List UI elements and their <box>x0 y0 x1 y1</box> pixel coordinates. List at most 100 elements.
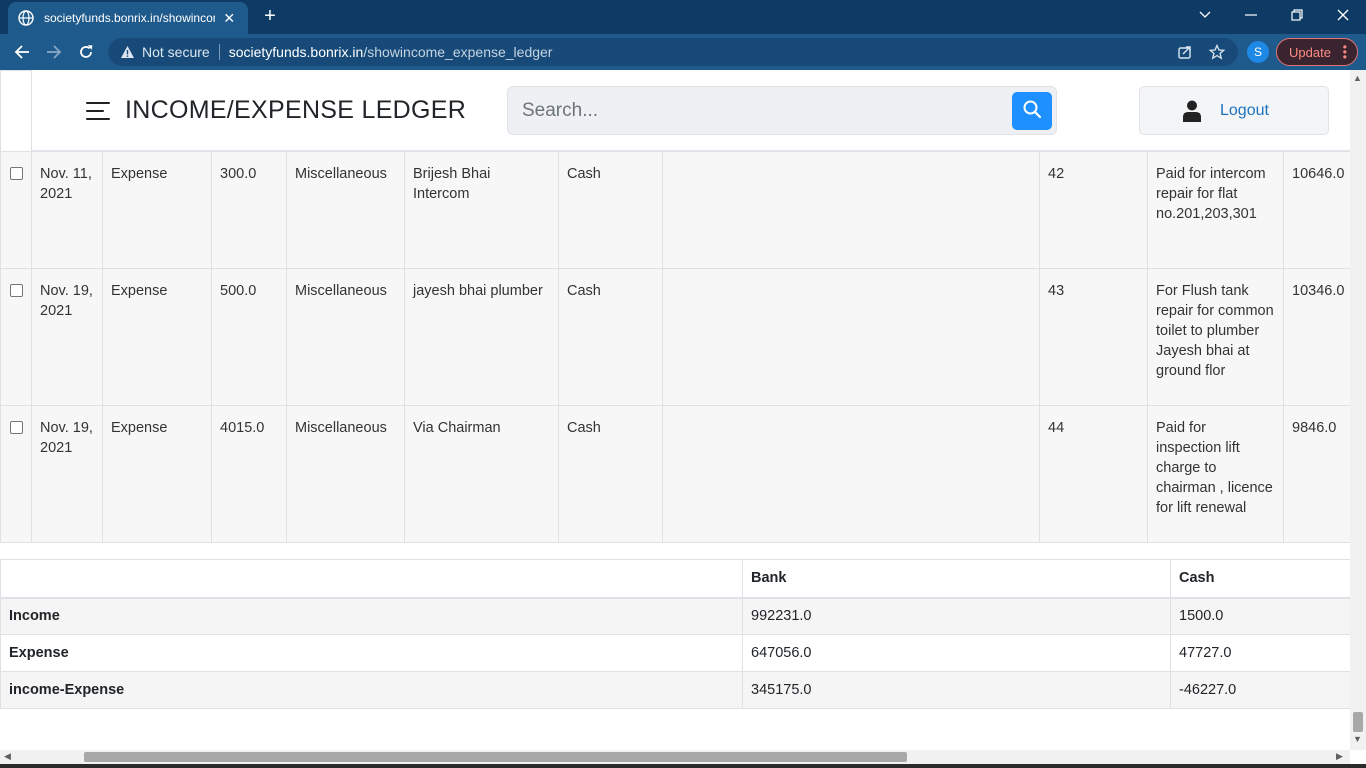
cell-balance: 10646.0 <box>1283 151 1350 269</box>
summary-cash-value: 47727.0 <box>1170 634 1350 672</box>
close-window-button[interactable] <box>1320 0 1366 30</box>
cell-category: Miscellaneous <box>286 268 405 406</box>
taskbar-edge <box>0 764 1366 768</box>
cell-amount: 4015.0 <box>211 405 287 543</box>
app-header: INCOME/EXPENSE LEDGER Logout <box>32 70 1350 151</box>
cell-type: Expense <box>102 405 212 543</box>
globe-icon <box>18 10 34 26</box>
cell-description: Paid for inspection lift charge to chair… <box>1147 405 1284 543</box>
summary-header-empty <box>0 559 743 599</box>
cell-ref <box>662 405 1040 543</box>
arrow-left-icon[interactable] <box>10 40 34 64</box>
table-row: Nov. 11, 2021 Expense 300.0 Miscellaneou… <box>0 151 1350 269</box>
cell-date: Nov. 19, 2021 <box>31 405 103 543</box>
summary-bank-value: 992231.0 <box>742 597 1171 635</box>
cell-type: Expense <box>102 268 212 406</box>
scroll-down-icon[interactable]: ▼ <box>1353 734 1362 744</box>
scroll-left-icon[interactable]: ◀ <box>4 751 11 762</box>
cell-mode: Cash <box>558 151 663 269</box>
browser-tabstrip: societyfunds.bonrix.in/showincome_expens… <box>0 0 1366 34</box>
restore-button[interactable] <box>1274 0 1320 30</box>
search-box <box>507 86 1057 135</box>
summary-row-net: income-Expense 345175.0 -46227.0 <box>0 671 1350 709</box>
tab-title: societyfunds.bonrix.in/showincome_expens… <box>44 11 215 25</box>
cell-mode: Cash <box>558 405 663 543</box>
summary-label: Income <box>0 597 743 635</box>
cell-voucher: 44 <box>1039 405 1148 543</box>
summary-cash-value: 1500.0 <box>1170 597 1350 635</box>
page-title: INCOME/EXPENSE LEDGER <box>125 96 467 124</box>
vertical-scrollbar[interactable]: ▲ ▼ <box>1350 70 1366 750</box>
cell-description: Paid for intercom repair for flat no.201… <box>1147 151 1284 269</box>
arrow-right-icon[interactable] <box>42 40 66 64</box>
profile-avatar[interactable]: S <box>1247 41 1269 63</box>
cell-voucher: 43 <box>1039 268 1148 406</box>
omnibox-divider <box>218 44 220 60</box>
summary-header-row: Bank Cash <box>0 559 1350 599</box>
search-input[interactable] <box>522 100 992 122</box>
scroll-up-icon[interactable]: ▲ <box>1353 73 1362 83</box>
summary-cash-value: -46227.0 <box>1170 671 1350 709</box>
summary-header-cash: Cash <box>1170 559 1350 599</box>
cell-party: jayesh bhai plumber <box>404 268 559 406</box>
row-checkbox[interactable] <box>10 284 23 297</box>
cell-category: Miscellaneous <box>286 405 405 543</box>
url-host: societyfunds.bonrix.in <box>228 44 364 60</box>
update-button[interactable]: Update • • • <box>1276 38 1358 66</box>
security-label[interactable]: Not secure <box>142 44 210 60</box>
summary-label: Expense <box>0 634 743 672</box>
table-row: Nov. 19, 2021 Expense 500.0 Miscellaneou… <box>0 268 1350 406</box>
row-select-cell <box>0 151 32 269</box>
horizontal-scroll-thumb[interactable] <box>84 752 907 762</box>
url-path: /showincome_expense_ledger <box>363 44 553 60</box>
summary-bank-value: 345175.0 <box>742 671 1171 709</box>
cell-date: Nov. 19, 2021 <box>31 268 103 406</box>
browser-toolbar: Not secure societyfunds.bonrix.in/showin… <box>0 34 1366 70</box>
summary-bank-value: 647056.0 <box>742 634 1171 672</box>
logout-label: Logout <box>1220 101 1269 119</box>
share-icon[interactable] <box>1176 43 1194 61</box>
scroll-right-icon[interactable]: ▶ <box>1336 751 1343 762</box>
cell-date: Nov. 11, 2021 <box>31 151 103 269</box>
search-button[interactable] <box>1012 92 1052 130</box>
close-icon[interactable]: ✕ <box>221 10 238 27</box>
cell-category: Miscellaneous <box>286 151 405 269</box>
page-viewport: Nov. 11, 2021 Expense 300.0 Miscellaneou… <box>0 70 1350 750</box>
summary-header-bank: Bank <box>742 559 1171 599</box>
cell-type: Expense <box>102 151 212 269</box>
cell-voucher: 42 <box>1039 151 1148 269</box>
cell-amount: 500.0 <box>211 268 287 406</box>
cell-ref <box>662 151 1040 269</box>
reload-icon[interactable] <box>74 40 98 64</box>
cell-description: For Flush tank repair for common toilet … <box>1147 268 1284 406</box>
row-checkbox[interactable] <box>10 167 23 180</box>
summary-table: Bank Cash Income 992231.0 1500.0 Expense… <box>0 559 1350 709</box>
cell-ref <box>662 268 1040 406</box>
cell-amount: 300.0 <box>211 151 287 269</box>
chevron-down-icon[interactable] <box>1182 0 1228 30</box>
minimize-button[interactable] <box>1228 0 1274 30</box>
row-checkbox[interactable] <box>10 421 23 434</box>
cell-party: Via Chairman <box>404 405 559 543</box>
more-vertical-icon: • • • <box>1342 40 1347 64</box>
new-tab-button[interactable]: + <box>258 6 282 28</box>
cell-balance: 10346.0 <box>1283 268 1350 406</box>
cell-mode: Cash <box>558 268 663 406</box>
summary-row-income: Income 992231.0 1500.0 <box>0 597 1350 635</box>
hamburger-icon[interactable] <box>86 102 110 120</box>
search-icon <box>1022 99 1042 124</box>
logout-button[interactable]: Logout <box>1139 86 1329 135</box>
browser-tab[interactable]: societyfunds.bonrix.in/showincome_expens… <box>8 2 248 34</box>
cell-party: Brijesh Bhai Intercom <box>404 151 559 269</box>
warning-triangle-icon[interactable] <box>118 43 136 61</box>
address-bar[interactable]: Not secure societyfunds.bonrix.in/showin… <box>108 38 1238 66</box>
vertical-scroll-thumb[interactable] <box>1353 712 1363 732</box>
user-icon <box>1182 100 1202 122</box>
summary-row-expense: Expense 647056.0 47727.0 <box>0 634 1350 672</box>
cell-balance: 9846.0 <box>1283 405 1350 543</box>
update-label: Update <box>1289 44 1331 60</box>
summary-label: income-Expense <box>0 671 743 709</box>
star-icon[interactable] <box>1208 43 1226 61</box>
horizontal-scrollbar[interactable]: ◀ ▶ <box>0 750 1350 764</box>
row-select-cell <box>0 268 32 406</box>
